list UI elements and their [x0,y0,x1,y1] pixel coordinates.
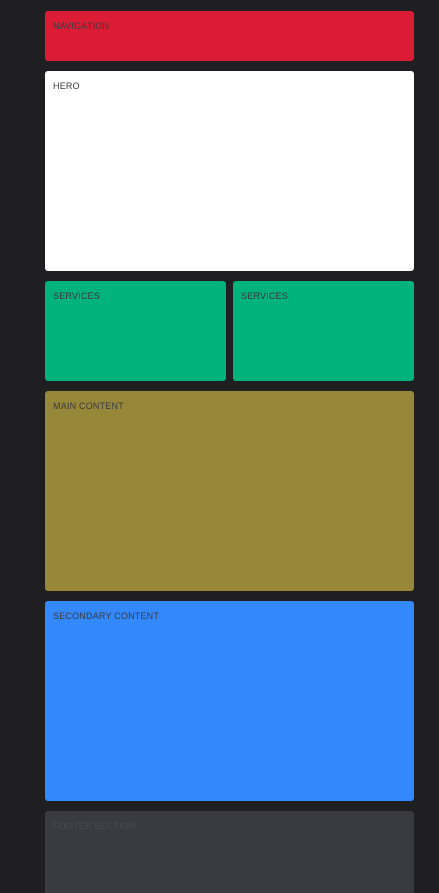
footer-label: FOOTER SECTION [53,821,136,831]
services-label-left: SERVICES [53,291,100,301]
services-section-right: SERVICES [233,281,414,381]
hero-label: HERO [53,81,80,91]
services-label-right: SERVICES [241,291,288,301]
hero-section: HERO [45,71,414,271]
secondary-content-label: SECONDARY CONTENT [53,611,160,621]
services-section-left: SERVICES [45,281,226,381]
footer-section: FOOTER SECTION [45,811,414,893]
page-canvas: NAVIGATION HERO SERVICES SERVICES MAIN C… [0,0,439,893]
secondary-content-section: SECONDARY CONTENT [45,601,414,801]
navigation-label: NAVIGATION [53,21,110,31]
navigation-section: NAVIGATION [45,11,414,61]
main-content-label: MAIN CONTENT [53,401,124,411]
main-content-section: MAIN CONTENT [45,391,414,591]
